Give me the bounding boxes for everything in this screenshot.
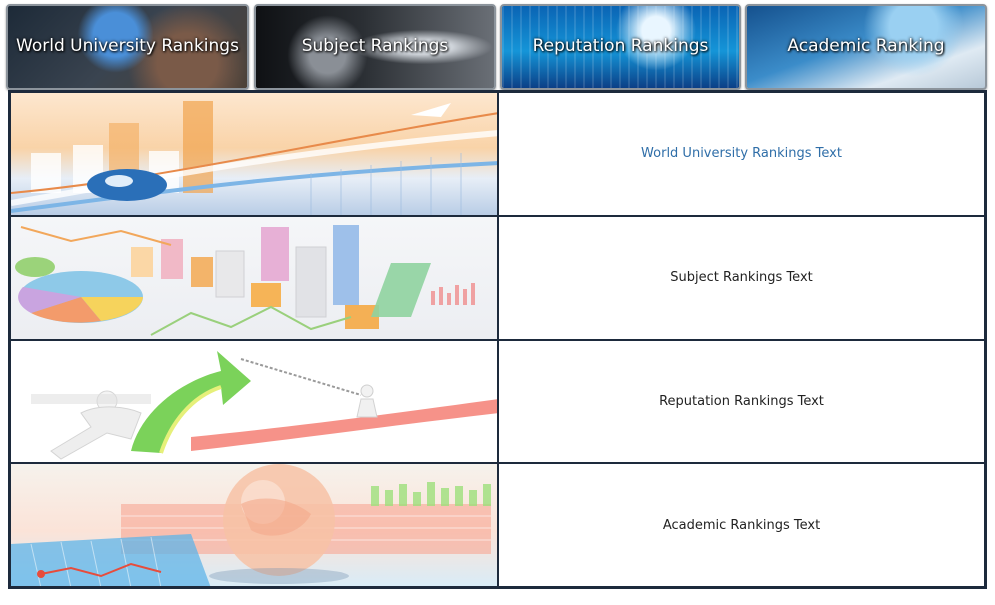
3d-bar-pie-charts-illustration — [15, 224, 475, 336]
bar-chart-globe-image — [11, 93, 497, 215]
ranking-tabs: World University Rankings Subject Rankin… — [0, 0, 995, 92]
subject-rankings-text[interactable]: Subject Rankings Text — [498, 215, 985, 340]
tab-label: World University Rankings — [16, 36, 239, 56]
tab-reputation-rankings[interactable]: Reputation Rankings — [500, 4, 741, 90]
bar-chart-globe-illustration — [11, 101, 497, 215]
academic-rankings-image — [10, 463, 498, 587]
tab-academic-ranking[interactable]: Academic Ranking — [745, 4, 987, 90]
world-rankings-text[interactable]: World University Rankings Text — [498, 92, 985, 216]
tab-world-university-rankings[interactable]: World University Rankings — [6, 4, 249, 90]
arrow-push-image — [11, 340, 497, 463]
arrow-figure-illustration — [31, 350, 497, 460]
academic-rankings-text[interactable]: Academic Rankings Text — [498, 463, 985, 587]
tab-subject-rankings[interactable]: Subject Rankings — [254, 4, 496, 90]
tab-label: Subject Rankings — [301, 36, 449, 56]
glass-globe-chart-image — [11, 464, 497, 587]
glass-globe-illustration — [11, 464, 491, 587]
tab-label: Academic Ranking — [787, 36, 945, 56]
rankings-table: World University Rankings Text Subject R… — [8, 90, 987, 589]
3d-charts-image — [11, 216, 497, 339]
reputation-rankings-image — [10, 339, 498, 464]
world-rankings-image — [10, 92, 498, 216]
reputation-rankings-text[interactable]: Reputation Rankings Text — [498, 339, 985, 464]
tab-label: Reputation Rankings — [532, 36, 709, 56]
subject-rankings-image — [10, 215, 498, 340]
